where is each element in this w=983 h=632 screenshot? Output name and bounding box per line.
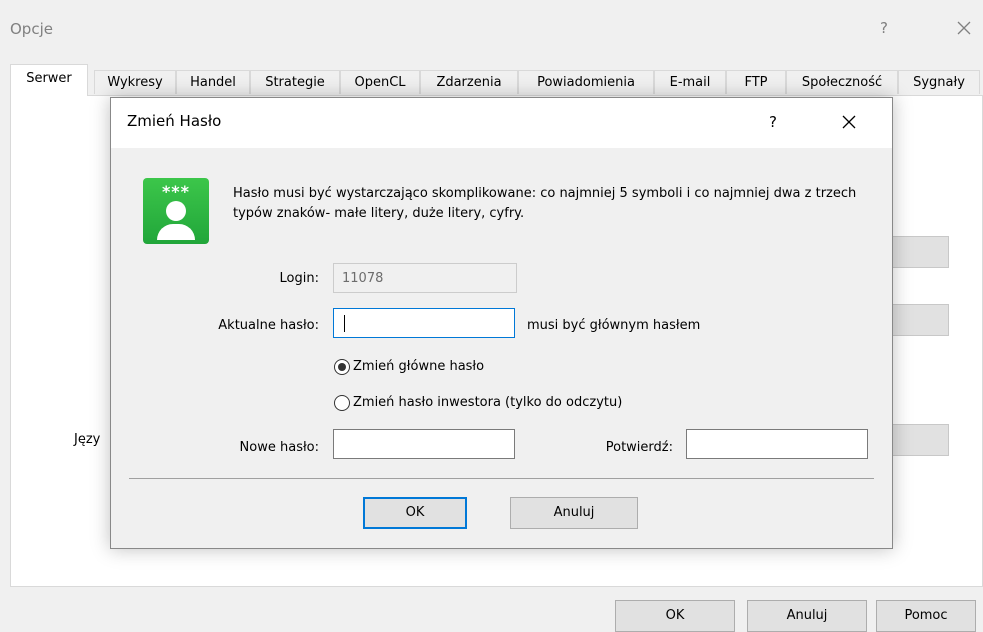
new-password-label: Nowe hasło: — [239, 440, 319, 455]
dialog-close-button[interactable] — [835, 108, 863, 136]
radio-change-investor-password[interactable] — [334, 395, 350, 411]
tab-zdarzenia[interactable]: Zdarzenia — [420, 70, 518, 94]
language-label: Języ — [74, 432, 101, 447]
radio-change-main-password[interactable] — [334, 359, 350, 375]
icon-head — [166, 201, 186, 221]
tab-email[interactable]: E-mail — [654, 70, 726, 94]
dialog-title: Zmień Hasło — [127, 112, 222, 130]
login-input — [334, 264, 516, 292]
confirm-password-input[interactable] — [687, 430, 867, 458]
login-field — [333, 263, 517, 293]
close-icon — [842, 115, 856, 129]
dialog-ok-button[interactable]: OK — [363, 497, 467, 529]
new-password-input[interactable] — [334, 430, 514, 458]
background-field — [889, 236, 949, 268]
current-password-hint: musi być głównym hasłem — [527, 318, 701, 333]
text-caret — [344, 315, 345, 332]
icon-stars: *** — [161, 182, 191, 201]
user-password-icon: *** — [143, 178, 209, 244]
tab-wykresy[interactable]: Wykresy — [94, 70, 176, 94]
icon-body — [157, 224, 195, 240]
help-footer-button[interactable]: Pomoc — [876, 600, 976, 632]
change-password-dialog: Zmień Hasło ? *** Hasło musi być wystarc… — [110, 97, 893, 549]
close-icon — [957, 21, 971, 35]
tab-strategie[interactable]: Strategie — [250, 70, 340, 94]
confirm-password-label: Potwierdź: — [605, 440, 673, 455]
tab-serwer[interactable]: Serwer — [10, 64, 88, 96]
tab-spolecznosc[interactable]: Społeczność — [786, 70, 898, 94]
help-button[interactable]: ? — [870, 14, 898, 42]
new-password-field[interactable] — [333, 429, 515, 459]
radio-selected-dot — [338, 363, 346, 371]
radio-change-investor-password-label[interactable]: Zmień hasło inwestora (tylko do odczytu) — [353, 395, 622, 410]
tab-strip: Serwer Wykresy Handel Strategie OpenCL Z… — [10, 64, 983, 96]
background-field — [889, 424, 949, 456]
current-password-input[interactable] — [334, 309, 514, 337]
cancel-button[interactable]: Anuluj — [747, 600, 867, 632]
tab-powiadomienia[interactable]: Powiadomienia — [518, 70, 654, 94]
dialog-cancel-button[interactable]: Anuluj — [510, 497, 638, 529]
tab-ftp[interactable]: FTP — [726, 70, 786, 94]
current-password-label: Aktualne hasło: — [218, 318, 319, 333]
close-button[interactable] — [950, 14, 978, 42]
tab-handel[interactable]: Handel — [176, 70, 250, 94]
login-label: Login: — [279, 271, 319, 286]
background-field — [889, 304, 949, 336]
confirm-password-field[interactable] — [686, 429, 868, 459]
tab-opencl[interactable]: OpenCL — [340, 70, 420, 94]
password-requirements-text: Hasło musi być wystarczająco skomplikowa… — [233, 186, 857, 221]
dialog-separator — [129, 478, 874, 479]
tab-sygnaly[interactable]: Sygnały — [898, 70, 980, 94]
ok-button[interactable]: OK — [615, 600, 735, 632]
dialog-help-button[interactable]: ? — [759, 108, 787, 136]
radio-change-main-password-label[interactable]: Zmień główne hasło — [353, 359, 484, 374]
window-title: Opcje — [10, 20, 53, 38]
current-password-field[interactable] — [333, 308, 515, 338]
